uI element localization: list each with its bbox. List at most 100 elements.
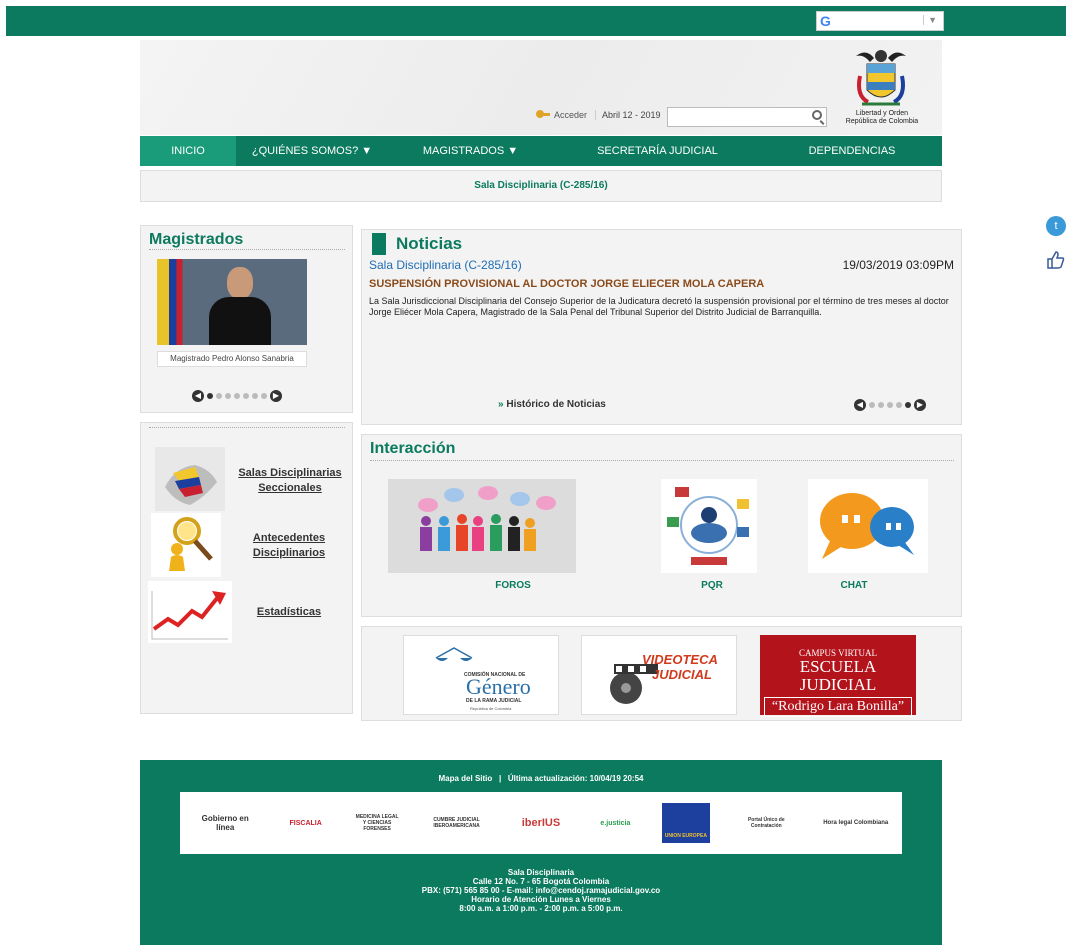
magistrado-head bbox=[227, 267, 253, 299]
interaccion-panel: Interacción FOROS PQR CHAT bbox=[361, 434, 962, 617]
news-body: La Sala Jurisdiccional Disciplinaria del… bbox=[369, 296, 949, 317]
logo-iberius[interactable]: iberIUS bbox=[513, 817, 569, 829]
pager-dot[interactable] bbox=[252, 393, 258, 399]
main-nav: INICIO ¿QUIÉNES SOMOS? ▼ MAGISTRADOS ▼ S… bbox=[140, 136, 942, 166]
news-title-marker bbox=[372, 233, 386, 255]
crest-caption-line1: Libertad y Orden bbox=[855, 110, 909, 117]
pager-dot[interactable] bbox=[225, 393, 231, 399]
logo-hora-legal[interactable]: Hora legal Colombiana bbox=[823, 820, 889, 826]
genero-line2: Género bbox=[466, 674, 531, 699]
logo-medicina-legal[interactable]: MEDICINA LEGAL Y CIENCIAS FORENSES bbox=[354, 814, 400, 832]
prev-arrow-icon[interactable]: ◀ bbox=[192, 390, 204, 402]
campus-line3: “Rodrigo Lara Bonilla” bbox=[764, 697, 912, 717]
news-headline[interactable]: SUSPENSIÓN PROVISIONAL AL DOCTOR JORGE E… bbox=[369, 278, 764, 290]
site-footer: Mapa del Sitio | Última actualización: 1… bbox=[140, 760, 942, 945]
footer-hours-title: Horario de Atención Lunes a Viernes bbox=[471, 895, 611, 904]
crest-caption: Libertad y Orden República de Colombia bbox=[842, 110, 922, 126]
logo-ejusticia[interactable]: e.justicia bbox=[595, 820, 635, 827]
scales-icon bbox=[435, 647, 473, 661]
pager-dot[interactable] bbox=[207, 393, 213, 399]
genero-line3: DE LA RAMA JUDICIAL bbox=[466, 698, 522, 704]
login-label: Acceder bbox=[554, 110, 588, 120]
prev-arrow-icon[interactable]: ◀ bbox=[854, 399, 866, 411]
colombia-crest-logo bbox=[856, 50, 906, 106]
news-timestamp: 19/03/2019 03:09PM bbox=[842, 258, 954, 272]
pqr-label[interactable]: PQR bbox=[687, 580, 737, 591]
history-label: Histórico de Noticias bbox=[506, 399, 606, 410]
magistrados-title: Magistrados bbox=[149, 230, 345, 250]
next-arrow-icon[interactable]: ▶ bbox=[914, 399, 926, 411]
nav-item-inicio[interactable]: INICIO bbox=[140, 136, 236, 166]
noticias-title: Noticias bbox=[396, 234, 463, 253]
news-pager: ◀ ▶ bbox=[854, 399, 926, 411]
link-antecedentes[interactable]: Antecedentes Disciplinarios bbox=[245, 531, 333, 561]
footer-top-links[interactable]: Mapa del Sitio | Última actualización: 1… bbox=[140, 774, 942, 783]
next-arrow-icon[interactable]: ▶ bbox=[270, 390, 282, 402]
videoteca-line1: VIDEOTECA bbox=[642, 652, 718, 667]
genero-banner[interactable]: COMISIÓN NACIONAL DE Género DE LA RAMA J… bbox=[403, 635, 559, 715]
foros-image[interactable] bbox=[388, 479, 576, 573]
nav-item-quienes-somos[interactable]: ¿QUIÉNES SOMOS? ▼ bbox=[236, 136, 388, 166]
videoteca-line2: JUDICIAL bbox=[652, 667, 712, 682]
logo-fiscalia[interactable]: FISCALIA bbox=[284, 820, 328, 827]
google-icon: G bbox=[820, 13, 831, 29]
nav-item-secretaria-judicial[interactable]: SECRETARÍA JUDICIAL bbox=[553, 136, 762, 166]
search-icon[interactable] bbox=[812, 110, 822, 120]
logo-union-europea[interactable]: UNION EUROPEA bbox=[661, 803, 710, 843]
magistrado-photo[interactable] bbox=[157, 259, 307, 345]
pager-dot[interactable] bbox=[869, 402, 875, 408]
footer-address: Sala Disciplinaria Calle 12 No. 7 - 65 B… bbox=[140, 868, 942, 913]
news-category-link[interactable]: Sala Disciplinaria (C-285/16) bbox=[369, 258, 522, 272]
footer-address-line: Calle 12 No. 7 - 65 Bogotá Colombia bbox=[472, 877, 610, 886]
like-icon[interactable] bbox=[1046, 250, 1066, 270]
logo-cumbre-judicial[interactable]: CUMBRE JUDICIAL IBEROAMERICANA bbox=[427, 817, 487, 829]
nav-item-dependencias[interactable]: DEPENDENCIAS bbox=[762, 136, 942, 166]
campus-banner[interactable]: CAMPUS VIRTUAL ESCUELA JUDICIAL “Rodrigo… bbox=[760, 635, 916, 717]
login-link[interactable]: Acceder bbox=[536, 110, 587, 120]
map-thumbnail[interactable] bbox=[155, 447, 225, 511]
magistrados-panel: Magistrados Magistrado Pedro Alonso Sana… bbox=[140, 225, 353, 413]
section-banner: Sala Disciplinaria (C-285/16) bbox=[140, 170, 942, 202]
pqr-image[interactable] bbox=[661, 479, 757, 573]
chat-image[interactable] bbox=[808, 479, 928, 573]
chevron-down-icon: ▼ bbox=[923, 15, 937, 25]
news-history-link[interactable]: » Histórico de Noticias bbox=[498, 399, 606, 410]
footer-address-title: Sala Disciplinaria bbox=[507, 868, 575, 877]
links-panel: Salas Disciplinarias Seccionales Anteced… bbox=[140, 422, 353, 714]
panel-divider bbox=[149, 427, 345, 428]
footer-contact: PBX: (571) 565 85 00 - E-mail: info@cend… bbox=[421, 886, 661, 895]
foros-label[interactable]: FOROS bbox=[488, 580, 538, 591]
key-icon bbox=[536, 110, 550, 120]
twitter-icon[interactable]: t bbox=[1046, 216, 1066, 236]
footer-hours: 8:00 a.m. a 1:00 p.m. - 2:00 p.m. a 5:00… bbox=[459, 904, 623, 913]
link-estadisticas[interactable]: Estadísticas bbox=[251, 605, 327, 620]
pager-dot[interactable] bbox=[216, 393, 222, 399]
pager-dot[interactable] bbox=[905, 402, 911, 408]
pager-dot[interactable] bbox=[878, 402, 884, 408]
videoteca-banner[interactable]: VIDEOTECA JUDICIAL bbox=[581, 635, 737, 715]
crest-caption-line2: República de Colombia bbox=[845, 118, 919, 125]
chat-label[interactable]: CHAT bbox=[829, 580, 879, 591]
header-date: Abril 12 - 2019 bbox=[595, 110, 661, 120]
banners-panel: COMISIÓN NACIONAL DE Género DE LA RAMA J… bbox=[361, 626, 962, 721]
magistrado-robe bbox=[209, 297, 271, 345]
interaccion-title: Interacción bbox=[370, 438, 954, 461]
partner-logos: Gobierno en línea FISCALIA MEDICINA LEGA… bbox=[180, 792, 902, 854]
double-chevron-icon: » bbox=[498, 399, 504, 410]
logo-gobierno-en-linea[interactable]: Gobierno en línea bbox=[193, 814, 257, 832]
campus-line2: ESCUELA JUDICIAL bbox=[799, 657, 877, 694]
pager-dot[interactable] bbox=[243, 393, 249, 399]
search-input[interactable] bbox=[667, 107, 827, 127]
logo-portal-contratacion[interactable]: Portal Único de Contratación bbox=[736, 817, 796, 829]
pager-dot[interactable] bbox=[234, 393, 240, 399]
pager-dot[interactable] bbox=[896, 402, 902, 408]
nav-item-magistrados[interactable]: MAGISTRADOS ▼ bbox=[388, 136, 553, 166]
pager-dot[interactable] bbox=[887, 402, 893, 408]
pager-dot[interactable] bbox=[261, 393, 267, 399]
stats-thumbnail[interactable] bbox=[148, 581, 232, 643]
noticias-panel: Noticias Sala Disciplinaria (C-285/16) 1… bbox=[361, 229, 962, 425]
google-translate-select[interactable]: G ▼ bbox=[816, 11, 944, 31]
magnifier-thumbnail[interactable] bbox=[151, 513, 221, 577]
link-salas-seccionales[interactable]: Salas Disciplinarias Seccionales bbox=[235, 466, 345, 496]
magistrados-pager: ◀ ▶ bbox=[192, 390, 282, 402]
